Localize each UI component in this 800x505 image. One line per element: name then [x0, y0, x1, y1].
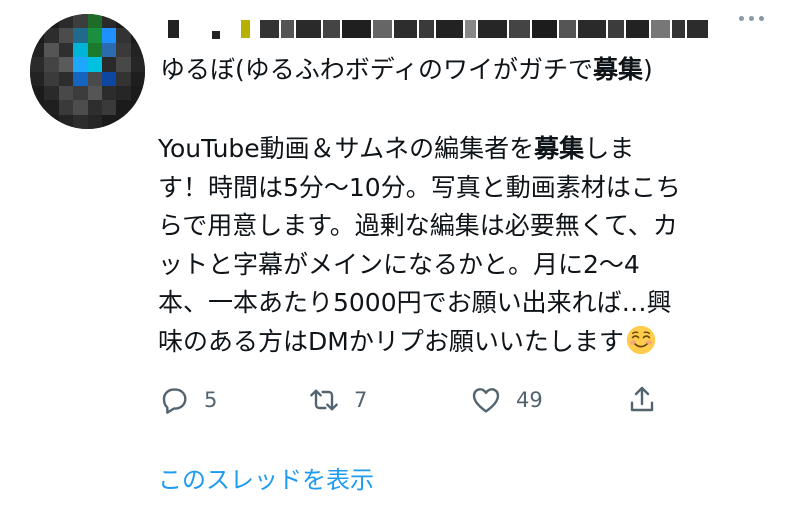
tweet-line-bold: 募集 — [534, 134, 585, 163]
show-thread-link[interactable]: このスレッドを表示 — [158, 460, 374, 495]
censored-username — [168, 16, 708, 42]
tweet-line-text: YouTube動画＆サムネの編集者を — [158, 134, 535, 163]
heart-icon — [472, 388, 500, 413]
tweet-line: ットと字幕がメインになるかと。月に2〜4 — [158, 249, 640, 279]
share-icon — [630, 386, 654, 412]
tweet-card: ゆるぼ(ゆるふわボディのワイがガチで募集) YouTube動画＆サムネの編集者を… — [0, 0, 800, 505]
tweet-line: 本、一本あたり5000円でお願い出来れば…興 — [158, 288, 672, 317]
retweet-icon — [310, 389, 338, 411]
reply-icon — [162, 388, 187, 414]
tweet-line: らで用意します。過剰な編集は必要無くて、カ — [158, 211, 678, 240]
display-name-close: ) — [643, 55, 653, 84]
reply-button[interactable]: 5 — [158, 384, 217, 416]
share-button[interactable] — [626, 384, 658, 416]
reply-count: 5 — [204, 388, 218, 412]
tweet-text: YouTube動画＆サムネの編集者を募集しま す！時間は5分〜10分。写真と動画… — [158, 130, 758, 361]
tweet-line-text: 味のある方はDMかリプお願いいたします — [158, 326, 624, 356]
tweet-line-text: しま — [584, 134, 635, 163]
retweet-button[interactable]: 7 — [308, 384, 367, 416]
tweet-line: YouTube動画＆サムネの編集者を募集しま — [158, 130, 758, 169]
smiling-face-emoji — [626, 325, 655, 354]
tweet-line: す！時間は5分〜10分。写真と動画素材はこち — [158, 172, 681, 202]
avatar[interactable] — [30, 14, 145, 129]
retweet-count: 7 — [354, 388, 368, 412]
display-name[interactable]: ゆるぼ(ゆるふわボディのワイがガチで募集) — [160, 52, 653, 88]
display-name-bold: 募集 — [593, 55, 644, 84]
tweet-line: 味のある方はDMかリプお願いいたします — [158, 323, 758, 362]
more-icon[interactable] — [739, 16, 764, 21]
like-button[interactable]: 49 — [470, 384, 543, 416]
tweet-actions: 5 7 49 — [158, 384, 678, 424]
like-count: 49 — [516, 388, 543, 412]
display-name-text: ゆるぼ(ゆるふわボディのワイがガチで — [160, 55, 594, 84]
